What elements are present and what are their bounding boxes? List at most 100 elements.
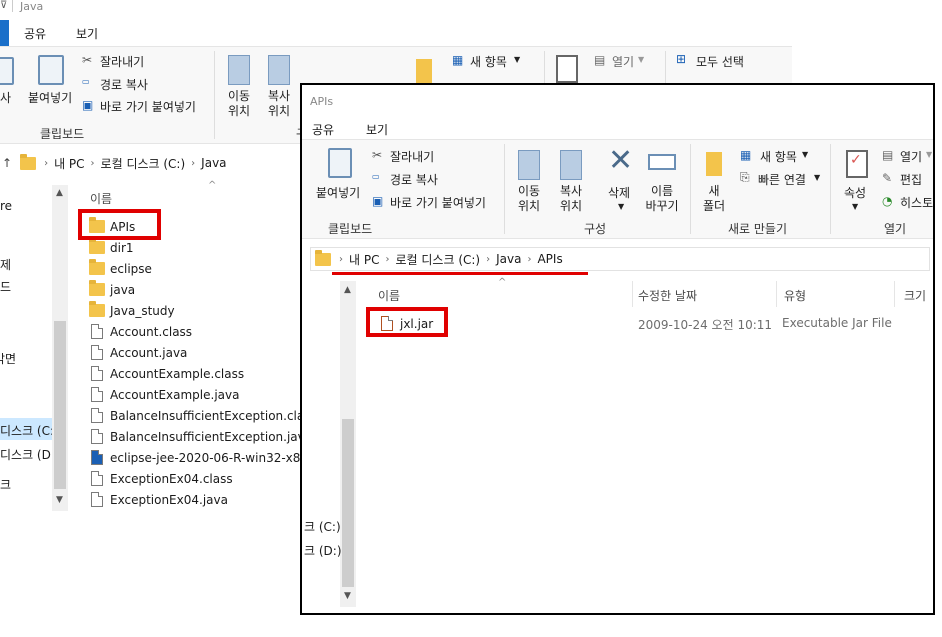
delete-icon[interactable]: ✕ (608, 146, 633, 176)
tab-share[interactable]: 공유 (24, 25, 46, 42)
folder-row[interactable]: Java_study (88, 300, 175, 321)
cut-button[interactable]: 잘라내기 (390, 148, 434, 165)
properties-dropdown-icon[interactable]: ▼ (852, 202, 858, 211)
new-item-button[interactable]: 새 항목 (760, 148, 797, 165)
move-to-icon[interactable] (228, 55, 250, 85)
copy-path-icon: ▭ (372, 172, 380, 181)
nav-item[interactable]: 제 (0, 256, 11, 273)
open-dropdown-icon[interactable]: ▼ (926, 150, 932, 159)
paste-shortcut-button[interactable]: 바로 가기 붙여넣기 (100, 98, 196, 115)
column-name-header[interactable]: 이름 (378, 287, 400, 304)
open-icon: ▤ (882, 148, 894, 162)
copy-to-button[interactable]: 복사 위치 (554, 184, 588, 214)
open-dropdown-icon[interactable]: ▼ (638, 55, 644, 64)
rename-icon[interactable] (648, 154, 676, 170)
paste-shortcut-button[interactable]: 바로 가기 붙여넣기 (390, 194, 486, 211)
file-row[interactable]: eclipse-jee-2020-06-R-win32-x86_6 (88, 447, 322, 468)
nav-item[interactable]: 각면 (0, 350, 16, 367)
breadcrumb-pc[interactable]: 내 PC (349, 251, 379, 268)
folder-row[interactable]: eclipse (88, 258, 152, 279)
chevron-right-icon: › (44, 157, 49, 169)
new-item-dropdown-icon[interactable]: ▼ (802, 150, 808, 159)
edit-button[interactable]: 편집 (900, 171, 922, 188)
column-name-header[interactable]: 이름 (90, 190, 112, 207)
window-title: Java (20, 0, 44, 13)
nav-scrollbar[interactable]: ▲ ▼ (340, 281, 356, 607)
folder-row[interactable]: java (88, 279, 135, 300)
breadcrumb-folder[interactable]: Java (201, 156, 226, 170)
copy-to-icon[interactable] (560, 150, 582, 180)
new-item-button[interactable]: 새 항목 (470, 53, 507, 70)
history-button[interactable]: 히스토 (900, 194, 933, 211)
copy-button-partial[interactable]: 사 (0, 89, 11, 106)
nav-item-drive-d[interactable]: 크 (D:) (304, 542, 342, 559)
paste-icon[interactable] (38, 55, 64, 85)
properties-button[interactable]: 속성 (844, 184, 866, 201)
breadcrumb-folder[interactable]: Java (496, 252, 521, 266)
nav-scrollbar[interactable]: ▲ ▼ (52, 185, 68, 511)
tab-view[interactable]: 보기 (76, 25, 98, 42)
file-row[interactable]: BalanceInsufficientException.class (88, 405, 317, 426)
new-folder-icon[interactable] (416, 59, 432, 83)
file-row[interactable]: Account.java (88, 342, 187, 363)
file-row[interactable]: BalanceInsufficientException.java (88, 426, 312, 447)
column-type-header[interactable]: 유형 (784, 287, 806, 304)
address-bar[interactable]: › 내 PC › 로컬 디스크 (C:) › Java › APIs (310, 247, 930, 271)
open-button[interactable]: 열기 (900, 148, 922, 165)
column-date-header[interactable]: 수정한 날짜 (638, 287, 697, 304)
scroll-thumb[interactable] (54, 321, 66, 489)
move-to-button[interactable]: 이동 위치 (512, 184, 546, 214)
file-row[interactable]: AccountExample.class (88, 363, 244, 384)
file-row[interactable]: ExceptionEx04.java (88, 489, 228, 510)
nav-item-drive-d[interactable]: 디스크 (D:) (0, 446, 60, 463)
new-folder-icon[interactable] (706, 152, 722, 176)
tab-share[interactable]: 공유 (312, 121, 334, 138)
scroll-up-icon[interactable]: ▲ (56, 188, 63, 198)
breadcrumb-drive[interactable]: 로컬 디스크 (C:) (101, 155, 186, 172)
quick-access-button[interactable]: 빠른 연결 (758, 171, 806, 188)
clipboard-icon[interactable] (0, 57, 14, 85)
file-row[interactable]: AccountExample.java (88, 384, 239, 405)
breadcrumb-subfolder[interactable]: APIs (537, 252, 562, 266)
breadcrumb-pc[interactable]: 내 PC (54, 155, 84, 172)
cut-button[interactable]: 잘라내기 (100, 53, 144, 70)
delete-dropdown-icon[interactable]: ▼ (618, 202, 624, 211)
tab-view[interactable]: 보기 (366, 121, 388, 138)
nav-item-drive-c[interactable]: 디스크 (C:) (0, 422, 59, 439)
copy-to-button[interactable]: 복사 위치 (264, 89, 294, 119)
nav-item[interactable]: 드 (0, 278, 11, 295)
select-all-button[interactable]: 모두 선택 (696, 53, 744, 70)
scissors-icon: ✂ (82, 53, 93, 67)
up-arrow-icon[interactable]: ↑ (2, 156, 12, 170)
rename-button[interactable]: 이름 바꾸기 (644, 184, 680, 214)
paste-icon[interactable] (328, 148, 352, 178)
nav-item-drive-c[interactable]: 크 (C:) (304, 518, 341, 535)
new-item-dropdown-icon[interactable]: ▼ (514, 55, 520, 64)
file-row[interactable]: Account.class (88, 321, 192, 342)
nav-item[interactable]: re (0, 199, 12, 213)
quick-access-dropdown-icon[interactable]: ▼ (814, 173, 820, 182)
new-folder-button[interactable]: 새 폴더 (702, 184, 726, 214)
window-menu-icon[interactable]: ⊽ (0, 0, 7, 11)
scroll-down-icon[interactable]: ▼ (56, 495, 63, 505)
tab-file-partial[interactable] (0, 20, 9, 46)
copy-to-icon[interactable] (268, 55, 290, 85)
copy-path-button[interactable]: 경로 복사 (390, 171, 438, 188)
move-to-icon[interactable] (518, 150, 540, 180)
folder-row[interactable]: dir1 (88, 237, 134, 258)
paste-button[interactable]: 붙여넣기 (28, 89, 72, 106)
scroll-up-icon[interactable]: ▲ (344, 285, 351, 295)
file-row[interactable]: ExceptionEx04.class (88, 468, 233, 489)
nav-item[interactable]: 크 (0, 476, 11, 493)
scroll-thumb[interactable] (342, 419, 354, 587)
column-size-header[interactable]: 크기 (904, 287, 926, 304)
move-to-button[interactable]: 이동 위치 (224, 89, 254, 119)
copy-path-button[interactable]: 경로 복사 (100, 76, 148, 93)
breadcrumb-drive[interactable]: 로컬 디스크 (C:) (395, 251, 480, 268)
file-icon (88, 429, 106, 444)
properties-icon[interactable] (556, 55, 578, 83)
paste-button[interactable]: 붙여넣기 (316, 184, 360, 201)
scroll-down-icon[interactable]: ▼ (344, 591, 351, 601)
open-button[interactable]: 열기 (612, 53, 634, 70)
delete-button[interactable]: 삭제 (608, 184, 630, 201)
